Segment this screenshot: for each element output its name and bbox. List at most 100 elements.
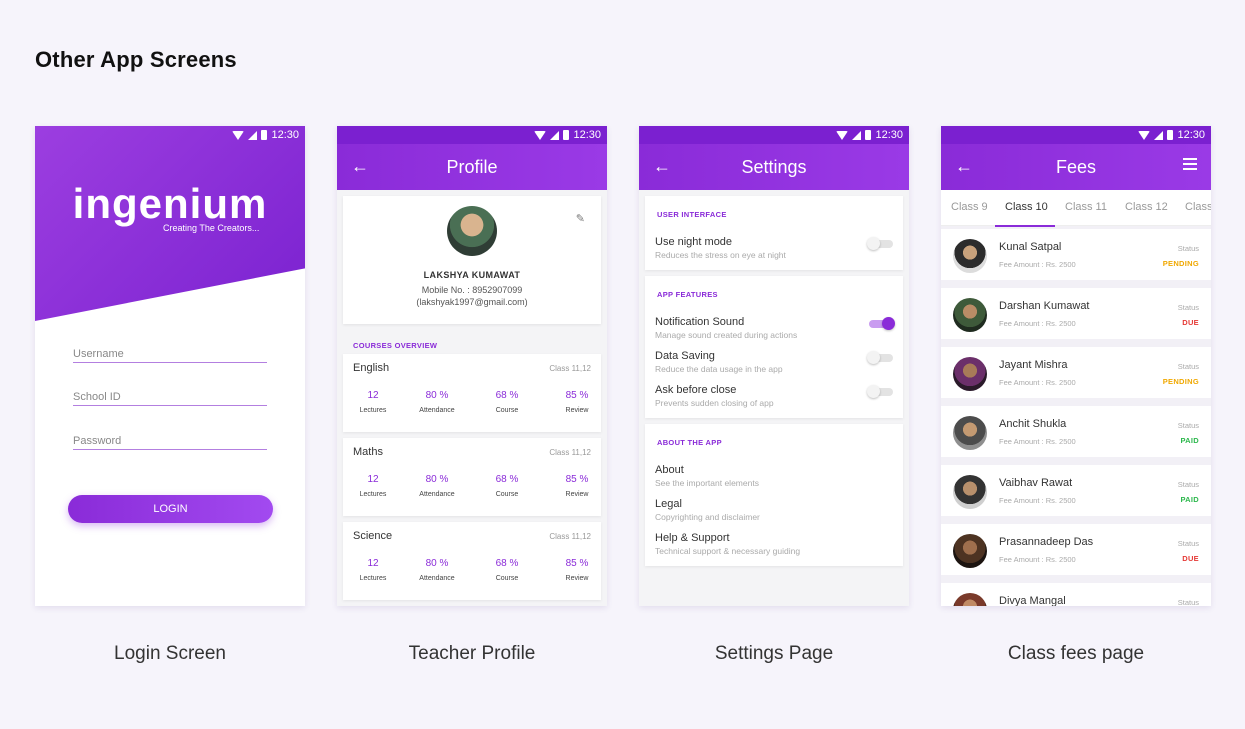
tab-class[interactable]: Class 10 (1005, 201, 1048, 213)
fee-amount: Fee Amount : Rs. 2500 (999, 437, 1076, 446)
fee-list-item[interactable]: Darshan Kumawat Fee Amount : Rs. 2500 Stat… (941, 288, 1211, 343)
edit-pencil-icon[interactable]: ✎ (576, 212, 585, 225)
setting-item[interactable]: Help & Support Technical support & necess… (655, 532, 800, 556)
stat-value: 12 (367, 474, 379, 485)
setting-title: Notification Sound (655, 316, 745, 328)
course-stat-course: 68 % Course (477, 474, 537, 498)
signal-icon (1154, 130, 1164, 140)
fee-list-item[interactable]: Vaibhav Rawat Fee Amount : Rs. 2500 Status… (941, 465, 1211, 520)
status-time: 12:30 (875, 129, 903, 141)
course-name: English (353, 362, 390, 374)
stat-value: 12 (367, 390, 379, 401)
battery-icon (261, 130, 268, 140)
setting-subtitle: Prevents sudden closing of app (655, 398, 774, 408)
course-name: Science (353, 530, 393, 542)
course-class: Class 11,12 (549, 364, 591, 373)
setting-title: Use night mode (655, 236, 733, 248)
student-avatar (953, 534, 987, 568)
stat-label: Lectures (359, 491, 387, 498)
school-id-field[interactable]: School ID (73, 391, 267, 406)
username-field[interactable]: Username (73, 348, 267, 363)
status-label: Status (1177, 421, 1199, 430)
setting-toggle[interactable] (867, 385, 893, 398)
stat-value: 80 % (425, 558, 449, 569)
password-field[interactable]: Password (73, 435, 267, 450)
back-arrow-icon[interactable]: ← (953, 156, 975, 177)
avatar (447, 206, 497, 256)
setting-toggle[interactable] (867, 351, 893, 364)
student-avatar (953, 593, 987, 606)
back-arrow-icon[interactable]: ← (651, 156, 673, 177)
app-bar: ← Profile (337, 144, 607, 190)
setting-title: Help & Support (655, 532, 730, 544)
back-arrow-icon[interactable]: ← (349, 156, 371, 177)
setting-item[interactable]: Legal Copyrighting and disclaimer (655, 498, 760, 522)
status-bar: 12:30 (337, 126, 607, 144)
login-button[interactable]: LOGIN (68, 495, 273, 523)
fee-list-item[interactable]: Prasannadeep Das Fee Amount : Rs. 2500 Sta… (941, 524, 1211, 579)
filter-icon[interactable] (1183, 158, 1197, 172)
student-avatar (953, 416, 987, 450)
settings-section: ABOUT THE APP About See the important elem… (645, 424, 903, 566)
teacher-mobile: Mobile No. : 8952907099 (421, 285, 523, 295)
status-badge: PAID (1180, 495, 1199, 504)
status-badge: PAID (1180, 436, 1199, 445)
battery-icon (563, 130, 570, 140)
course-card[interactable]: English Class 11,12 12 Lectures 80 % Attendan… (343, 354, 601, 432)
setting-toggle[interactable] (869, 317, 895, 330)
setting-item[interactable]: About See the important elements (655, 464, 759, 488)
settings-section: APP FEATURES Notification Sound Manage sou… (645, 276, 903, 418)
status-badge: PENDING (1162, 377, 1199, 386)
fee-list-item[interactable]: Anchit Shukla Fee Amount : Rs. 2500 Status… (941, 406, 1211, 461)
course-stat-lectures: 12 Lectures (343, 558, 403, 582)
course-card[interactable]: Science Class 11,12 12 Lectures 80 % Attendan… (343, 522, 601, 600)
tab-class[interactable]: Class 12 (1125, 201, 1168, 213)
tab-class[interactable]: Class 9 (951, 201, 988, 213)
teacher-email: (lakshyak1997@gmail.com) (416, 297, 528, 307)
app-tagline: Creating The Creators... (163, 223, 260, 233)
class-tabs: Class 9 Class 10 Class 11 Class 12 Class (941, 190, 1211, 226)
caption-login: Login Screen (114, 643, 226, 664)
status-time: 12:30 (271, 129, 299, 141)
fee-amount: Fee Amount : Rs. 2500 (999, 496, 1076, 505)
status-label: Status (1177, 362, 1199, 371)
signal-icon (550, 130, 560, 140)
tab-class[interactable]: Class (1185, 201, 1211, 213)
student-name: Divya Mangal (999, 595, 1066, 606)
stat-value: 68 % (495, 558, 519, 569)
fee-list-item[interactable]: Kunal Satpal Fee Amount : Rs. 2500 Status P… (941, 229, 1211, 284)
setting-subtitle: Technical support & necessary guiding (655, 546, 801, 556)
stat-value: 68 % (495, 390, 519, 401)
profile-card: ✎ LAKSHYA KUMAWAT Mobile No. : 895290709… (343, 196, 601, 324)
setting-item[interactable]: Notification Sound Manage sound created d… (655, 316, 797, 340)
student-name: Anchit Shukla (999, 418, 1067, 430)
stat-label: Attendance (419, 491, 455, 498)
app-logo: ingenium (72, 180, 268, 227)
caption-fees: Class fees page (1007, 643, 1145, 664)
course-name: Maths (353, 446, 383, 458)
stat-label: Review (565, 407, 589, 414)
setting-toggle[interactable] (867, 237, 893, 250)
tab-class[interactable]: Class 11 (1065, 201, 1107, 213)
course-stat-course: 68 % Course (477, 390, 537, 414)
wifi-icon (836, 130, 849, 140)
setting-item[interactable]: Ask before close Prevents sudden closing … (655, 384, 774, 408)
status-badge: PENDING (1162, 259, 1199, 268)
active-tab-indicator (995, 225, 1055, 227)
stat-value: 85 % (565, 474, 589, 485)
student-name: Vaibhav Rawat (999, 477, 1073, 489)
fee-list-item[interactable]: Jayant Mishra Fee Amount : Rs. 2500 Status… (941, 347, 1211, 402)
course-stat-lectures: 12 Lectures (343, 390, 403, 414)
screen-title: Profile (446, 156, 498, 177)
stat-value: 80 % (425, 390, 449, 401)
toggle-knob (882, 317, 895, 330)
setting-item[interactable]: Use night mode Reduces the stress on eye … (655, 236, 786, 260)
fee-list-item[interactable]: Divya Mangal Status (941, 583, 1211, 606)
stat-label: Review (565, 491, 589, 498)
stat-label: Review (565, 575, 589, 582)
stat-value: 85 % (565, 390, 589, 401)
setting-subtitle: Copyrighting and disclaimer (655, 512, 760, 522)
course-card[interactable]: Maths Class 11,12 12 Lectures 80 % Attendance… (343, 438, 601, 516)
course-stat-lectures: 12 Lectures (343, 474, 403, 498)
setting-item[interactable]: Data Saving Reduce the data usage in the … (655, 350, 783, 374)
